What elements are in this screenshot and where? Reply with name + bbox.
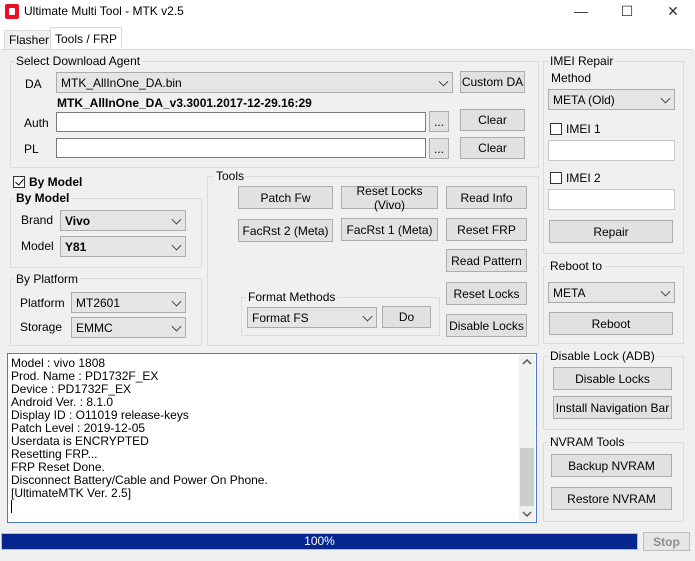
custom-da-button[interactable]: Custom DA xyxy=(460,71,525,93)
facrst1-meta-button[interactable]: FacRst 1 (Meta) xyxy=(341,218,438,241)
model-label: Model xyxy=(21,239,54,253)
model-select[interactable]: Y81 xyxy=(60,236,186,257)
app-icon xyxy=(5,4,19,19)
nvram-tools-group-label: NVRAM Tools xyxy=(548,435,627,449)
by-model-group xyxy=(10,198,202,268)
storage-select-value: EMMC xyxy=(76,320,113,335)
chevron-down-icon xyxy=(660,93,671,104)
by-model-group-label: By Model xyxy=(14,191,72,205)
auth-browse-button[interactable]: ... xyxy=(429,111,449,132)
model-select-value: Y81 xyxy=(65,239,87,254)
reboot-mode-value: META xyxy=(553,285,586,300)
minimize-button[interactable]: — xyxy=(558,0,604,24)
chevron-down-icon xyxy=(362,311,373,322)
tools-group-label: Tools xyxy=(214,169,247,183)
do-button[interactable]: Do xyxy=(382,306,431,328)
scroll-up-icon[interactable] xyxy=(522,359,532,365)
repair-button[interactable]: Repair xyxy=(549,220,673,243)
reboot-group-label: Reboot to xyxy=(548,259,605,273)
window-title: Ultimate Multi Tool - MTK v2.5 xyxy=(24,4,184,18)
imei-repair-group-label: IMEI Repair xyxy=(548,54,616,68)
log-scrollbar[interactable] xyxy=(519,355,535,521)
imei1-field[interactable] xyxy=(548,140,675,161)
da-select-value: MTK_AllInOne_DA.bin xyxy=(61,75,182,90)
close-button[interactable]: ✕ xyxy=(650,0,695,24)
log-line: [UltimateMTK Ver. 2.5] xyxy=(11,486,132,500)
adb-disable-locks-button[interactable]: Disable Locks xyxy=(553,367,672,390)
auth-label: Auth xyxy=(24,116,49,130)
download-agent-group-label: Select Download Agent xyxy=(14,54,143,68)
pl-label: PL xyxy=(24,142,39,156)
imei2-label: IMEI 2 xyxy=(566,171,601,185)
platform-select-value: MT2601 xyxy=(76,295,121,310)
pl-clear-button[interactable]: Clear xyxy=(460,137,525,159)
platform-label: Platform xyxy=(20,296,65,310)
patch-fw-button[interactable]: Patch Fw xyxy=(238,186,333,209)
by-model-checkbox-label: By Model xyxy=(29,175,83,189)
disable-lock-adb-group-label: Disable Lock (ADB) xyxy=(548,349,657,363)
stop-button[interactable]: Stop xyxy=(643,532,690,551)
pl-browse-button[interactable]: ... xyxy=(429,138,449,159)
format-method-value: Format FS xyxy=(252,310,309,325)
storage-label: Storage xyxy=(20,320,63,334)
imei-method-select[interactable]: META (Old) xyxy=(548,89,675,110)
reset-locks-vivo-button[interactable]: Reset Locks (Vivo) xyxy=(341,184,438,212)
log-output[interactable]: Model : vivo 1808 Prod. Name : PD1732F_E… xyxy=(7,353,537,523)
reboot-mode-select[interactable]: META xyxy=(548,282,675,303)
chevron-down-icon xyxy=(438,76,449,87)
chevron-down-icon xyxy=(171,214,182,225)
imei2-checkbox[interactable] xyxy=(550,172,562,184)
scroll-down-icon[interactable] xyxy=(522,511,532,517)
chevron-down-icon xyxy=(171,296,182,307)
log-lines: Model : vivo 1808 Prod. Name : PD1732F_E… xyxy=(11,357,268,513)
storage-select[interactable]: EMMC xyxy=(71,317,186,338)
reset-frp-button[interactable]: Reset FRP xyxy=(446,218,527,241)
da-label: DA xyxy=(25,77,42,91)
brand-select-value: Vivo xyxy=(65,213,91,228)
imei-method-value: META (Old) xyxy=(553,92,615,107)
tab-flasher[interactable]: Flasher xyxy=(4,30,55,50)
maximize-button[interactable]: ☐ xyxy=(604,0,650,24)
imei1-checkbox[interactable] xyxy=(550,123,562,135)
restore-nvram-button[interactable]: Restore NVRAM xyxy=(551,487,672,510)
pl-field[interactable] xyxy=(56,138,426,158)
brand-label: Brand xyxy=(21,213,54,227)
platform-select[interactable]: MT2601 xyxy=(71,292,186,313)
progress-bar: 100% xyxy=(1,533,638,550)
reset-locks-button[interactable]: Reset Locks xyxy=(446,282,527,305)
read-pattern-button[interactable]: Read Pattern xyxy=(446,249,527,272)
install-navigation-bar-button[interactable]: Install Navigation Bar xyxy=(553,396,672,419)
tab-tools-frp[interactable]: Tools / FRP xyxy=(50,27,123,51)
brand-select[interactable]: Vivo xyxy=(60,210,186,231)
facrst2-meta-button[interactable]: FacRst 2 (Meta) xyxy=(238,219,333,242)
format-methods-label: Format Methods xyxy=(246,290,338,304)
imei1-label: IMEI 1 xyxy=(566,122,601,136)
imei2-field[interactable] xyxy=(548,189,675,210)
method-label: Method xyxy=(551,71,592,85)
auth-clear-button[interactable]: Clear xyxy=(460,109,525,131)
read-info-button[interactable]: Read Info xyxy=(446,186,527,209)
chevron-down-icon xyxy=(171,321,182,332)
da-version: MTK_AllInOne_DA_v3.3001.2017-12-29.16:29 xyxy=(57,96,312,110)
by-platform-group-label: By Platform xyxy=(14,272,81,286)
text-cursor xyxy=(11,500,12,513)
chevron-down-icon xyxy=(171,240,182,251)
chevron-down-icon xyxy=(660,286,671,297)
backup-nvram-button[interactable]: Backup NVRAM xyxy=(551,454,672,477)
progress-text: 100% xyxy=(304,534,335,548)
scroll-thumb[interactable] xyxy=(520,448,534,506)
da-select[interactable]: MTK_AllInOne_DA.bin xyxy=(56,72,453,93)
disable-locks-button[interactable]: Disable Locks xyxy=(446,314,527,337)
auth-field[interactable] xyxy=(56,112,426,132)
format-method-select[interactable]: Format FS xyxy=(247,307,377,328)
reboot-button[interactable]: Reboot xyxy=(549,312,673,335)
by-model-checkbox[interactable] xyxy=(13,176,25,188)
